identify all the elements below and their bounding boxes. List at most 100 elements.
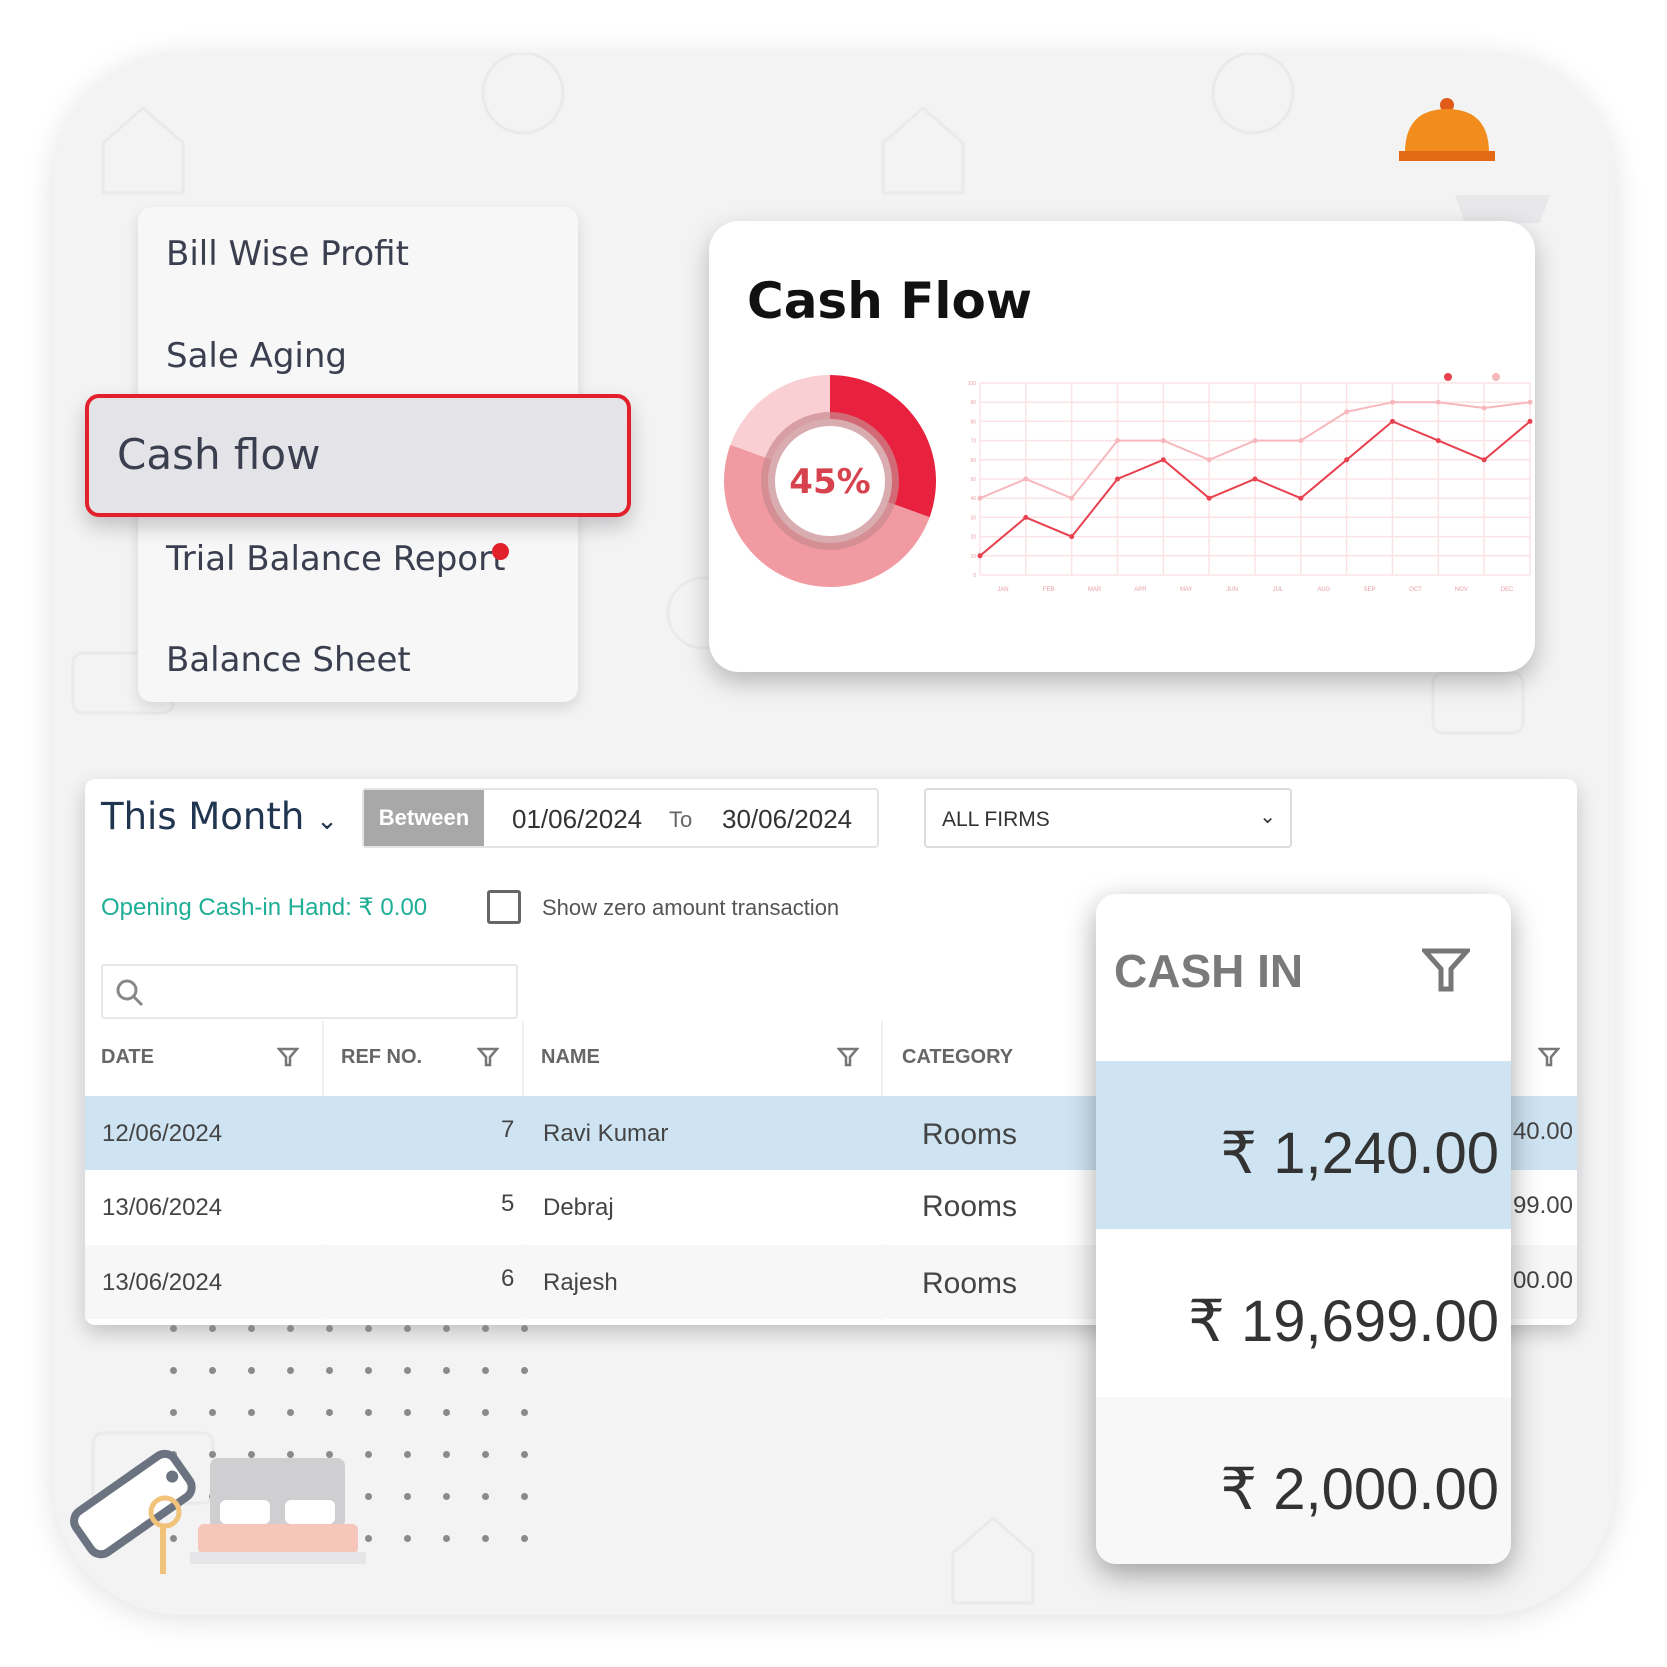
data-point bbox=[1206, 457, 1212, 463]
to-date-input[interactable]: 30/06/2024 bbox=[722, 804, 852, 835]
menu-item-trial-balance-report[interactable]: Trial Balance Report bbox=[166, 539, 505, 579]
decorative-dot bbox=[443, 1409, 450, 1416]
firm-value: ALL FIRMS bbox=[942, 808, 1050, 831]
period-dropdown[interactable]: This Month ⌄ bbox=[101, 795, 338, 838]
y-tick-label: 30 bbox=[970, 515, 976, 521]
cash-in-row[interactable]: ₹ 19,699.00 bbox=[1096, 1229, 1511, 1397]
data-point bbox=[1344, 409, 1350, 415]
menu-item-cash-flow[interactable]: Cash flow bbox=[85, 394, 631, 517]
cell-name: Rajesh bbox=[543, 1269, 618, 1296]
cell-name: Ravi Kumar bbox=[543, 1120, 669, 1147]
menu-item-balance-sheet[interactable]: Balance Sheet bbox=[166, 640, 411, 680]
decorative-dot bbox=[248, 1409, 255, 1416]
decorative-dot bbox=[404, 1493, 411, 1500]
menu-item-bill-wise-profit[interactable]: Bill Wise Profit bbox=[166, 234, 409, 274]
y-tick-label: 60 bbox=[970, 458, 976, 464]
to-label: To bbox=[669, 807, 693, 832]
decorative-dot bbox=[170, 1409, 177, 1416]
data-point bbox=[1527, 399, 1533, 405]
data-point bbox=[1069, 495, 1075, 501]
filter-icon[interactable] bbox=[1422, 946, 1470, 994]
decorative-dot bbox=[326, 1367, 333, 1374]
cell-category: Rooms bbox=[922, 1267, 1018, 1300]
decorative-dot bbox=[170, 1325, 177, 1332]
cash-in-row[interactable]: ₹ 1,240.00 bbox=[1096, 1061, 1511, 1229]
y-tick-label: 20 bbox=[970, 535, 976, 541]
decorative-dot bbox=[521, 1493, 528, 1500]
column-header-category[interactable]: CATEGORY bbox=[902, 1046, 1013, 1069]
decorative-dot bbox=[209, 1367, 216, 1374]
legend-marker bbox=[1444, 373, 1452, 381]
x-tick-label: JUL bbox=[1273, 587, 1284, 593]
chevron-down-icon: ⌄ bbox=[316, 806, 338, 836]
menu-item-sale-aging[interactable]: Sale Aging bbox=[166, 336, 347, 376]
cash-in-header[interactable]: CASH IN bbox=[1114, 944, 1303, 998]
column-header-name[interactable]: NAME bbox=[541, 1046, 600, 1069]
data-point bbox=[1160, 438, 1166, 444]
y-tick-label: 90 bbox=[970, 400, 976, 406]
decorative-dot bbox=[482, 1409, 489, 1416]
show-zero-label: Show zero amount transaction bbox=[542, 895, 840, 920]
data-point bbox=[1069, 534, 1075, 540]
cell-ref: 6 bbox=[501, 1265, 515, 1292]
y-tick-label: 0 bbox=[973, 573, 976, 579]
from-date-input[interactable]: 01/06/2024 bbox=[512, 804, 642, 835]
x-tick-label: NOV bbox=[1455, 587, 1468, 593]
decorative-dot bbox=[482, 1367, 489, 1374]
decorative-dot bbox=[482, 1493, 489, 1500]
data-point bbox=[1160, 457, 1166, 463]
data-point bbox=[1435, 399, 1441, 405]
decorative-dot bbox=[209, 1409, 216, 1416]
cell-amount-partial: 40.00 bbox=[1512, 1118, 1573, 1145]
decorative-dot bbox=[287, 1325, 294, 1332]
cash-in-value: ₹ 2,000.00 bbox=[1220, 1457, 1499, 1522]
filter-icon[interactable] bbox=[837, 1046, 859, 1068]
decorative-dot bbox=[170, 1367, 177, 1374]
firm-select[interactable]: ALL FIRMS ⌄ bbox=[924, 788, 1292, 848]
decorative-dot bbox=[404, 1325, 411, 1332]
data-point bbox=[1435, 438, 1441, 444]
cell-amount-partial: 00.00 bbox=[1512, 1267, 1573, 1294]
decorative-dot bbox=[521, 1451, 528, 1458]
room-key-illustration bbox=[70, 1449, 366, 1574]
x-tick-label: OCT bbox=[1409, 587, 1422, 593]
decorative-dot bbox=[443, 1367, 450, 1374]
filter-icon[interactable] bbox=[277, 1046, 299, 1068]
data-point bbox=[1298, 438, 1304, 444]
cell-ref: 5 bbox=[501, 1190, 515, 1217]
decorative-dot bbox=[521, 1325, 528, 1332]
x-tick-label: DEC bbox=[1501, 587, 1514, 593]
data-point bbox=[1115, 438, 1120, 444]
column-header-date[interactable]: DATE bbox=[101, 1046, 154, 1069]
decorative-dot bbox=[521, 1367, 528, 1374]
donut-label: 45% bbox=[789, 462, 870, 502]
search-icon bbox=[116, 979, 144, 1007]
cash-flow-title: Cash Flow bbox=[747, 272, 1033, 330]
decorative-dot bbox=[365, 1325, 372, 1332]
decorative-dot bbox=[443, 1325, 450, 1332]
cash-in-column-card: CASH IN ₹ 1,240.00 ₹ 19,699.00 ₹ 2,000.0… bbox=[1096, 894, 1511, 1564]
decorative-dot bbox=[248, 1367, 255, 1374]
between-label: Between bbox=[364, 790, 484, 846]
decorative-dot bbox=[482, 1325, 489, 1332]
decorative-dot bbox=[404, 1451, 411, 1458]
cell-amount-partial: 99.00 bbox=[1512, 1192, 1573, 1219]
data-point bbox=[1115, 476, 1120, 482]
x-tick-label: SEP bbox=[1364, 587, 1376, 593]
data-point bbox=[1206, 495, 1212, 501]
decorative-dot bbox=[404, 1367, 411, 1374]
column-header-ref-no[interactable]: REF NO. bbox=[341, 1046, 422, 1069]
data-point bbox=[1390, 399, 1395, 405]
show-zero-checkbox[interactable] bbox=[487, 890, 521, 924]
data-point bbox=[1481, 457, 1487, 463]
decorative-dot bbox=[365, 1367, 372, 1374]
decorative-dot bbox=[209, 1325, 216, 1332]
cash-in-row[interactable]: ₹ 2,000.00 bbox=[1096, 1397, 1511, 1564]
filter-icon[interactable] bbox=[477, 1046, 499, 1068]
cell-ref: 7 bbox=[501, 1116, 515, 1143]
filter-icon[interactable] bbox=[1538, 1046, 1560, 1068]
search-input[interactable] bbox=[101, 964, 518, 1019]
cell-date: 13/06/2024 bbox=[102, 1269, 223, 1296]
x-tick-label: FEB bbox=[1043, 587, 1055, 593]
decorative-dot bbox=[287, 1367, 294, 1374]
